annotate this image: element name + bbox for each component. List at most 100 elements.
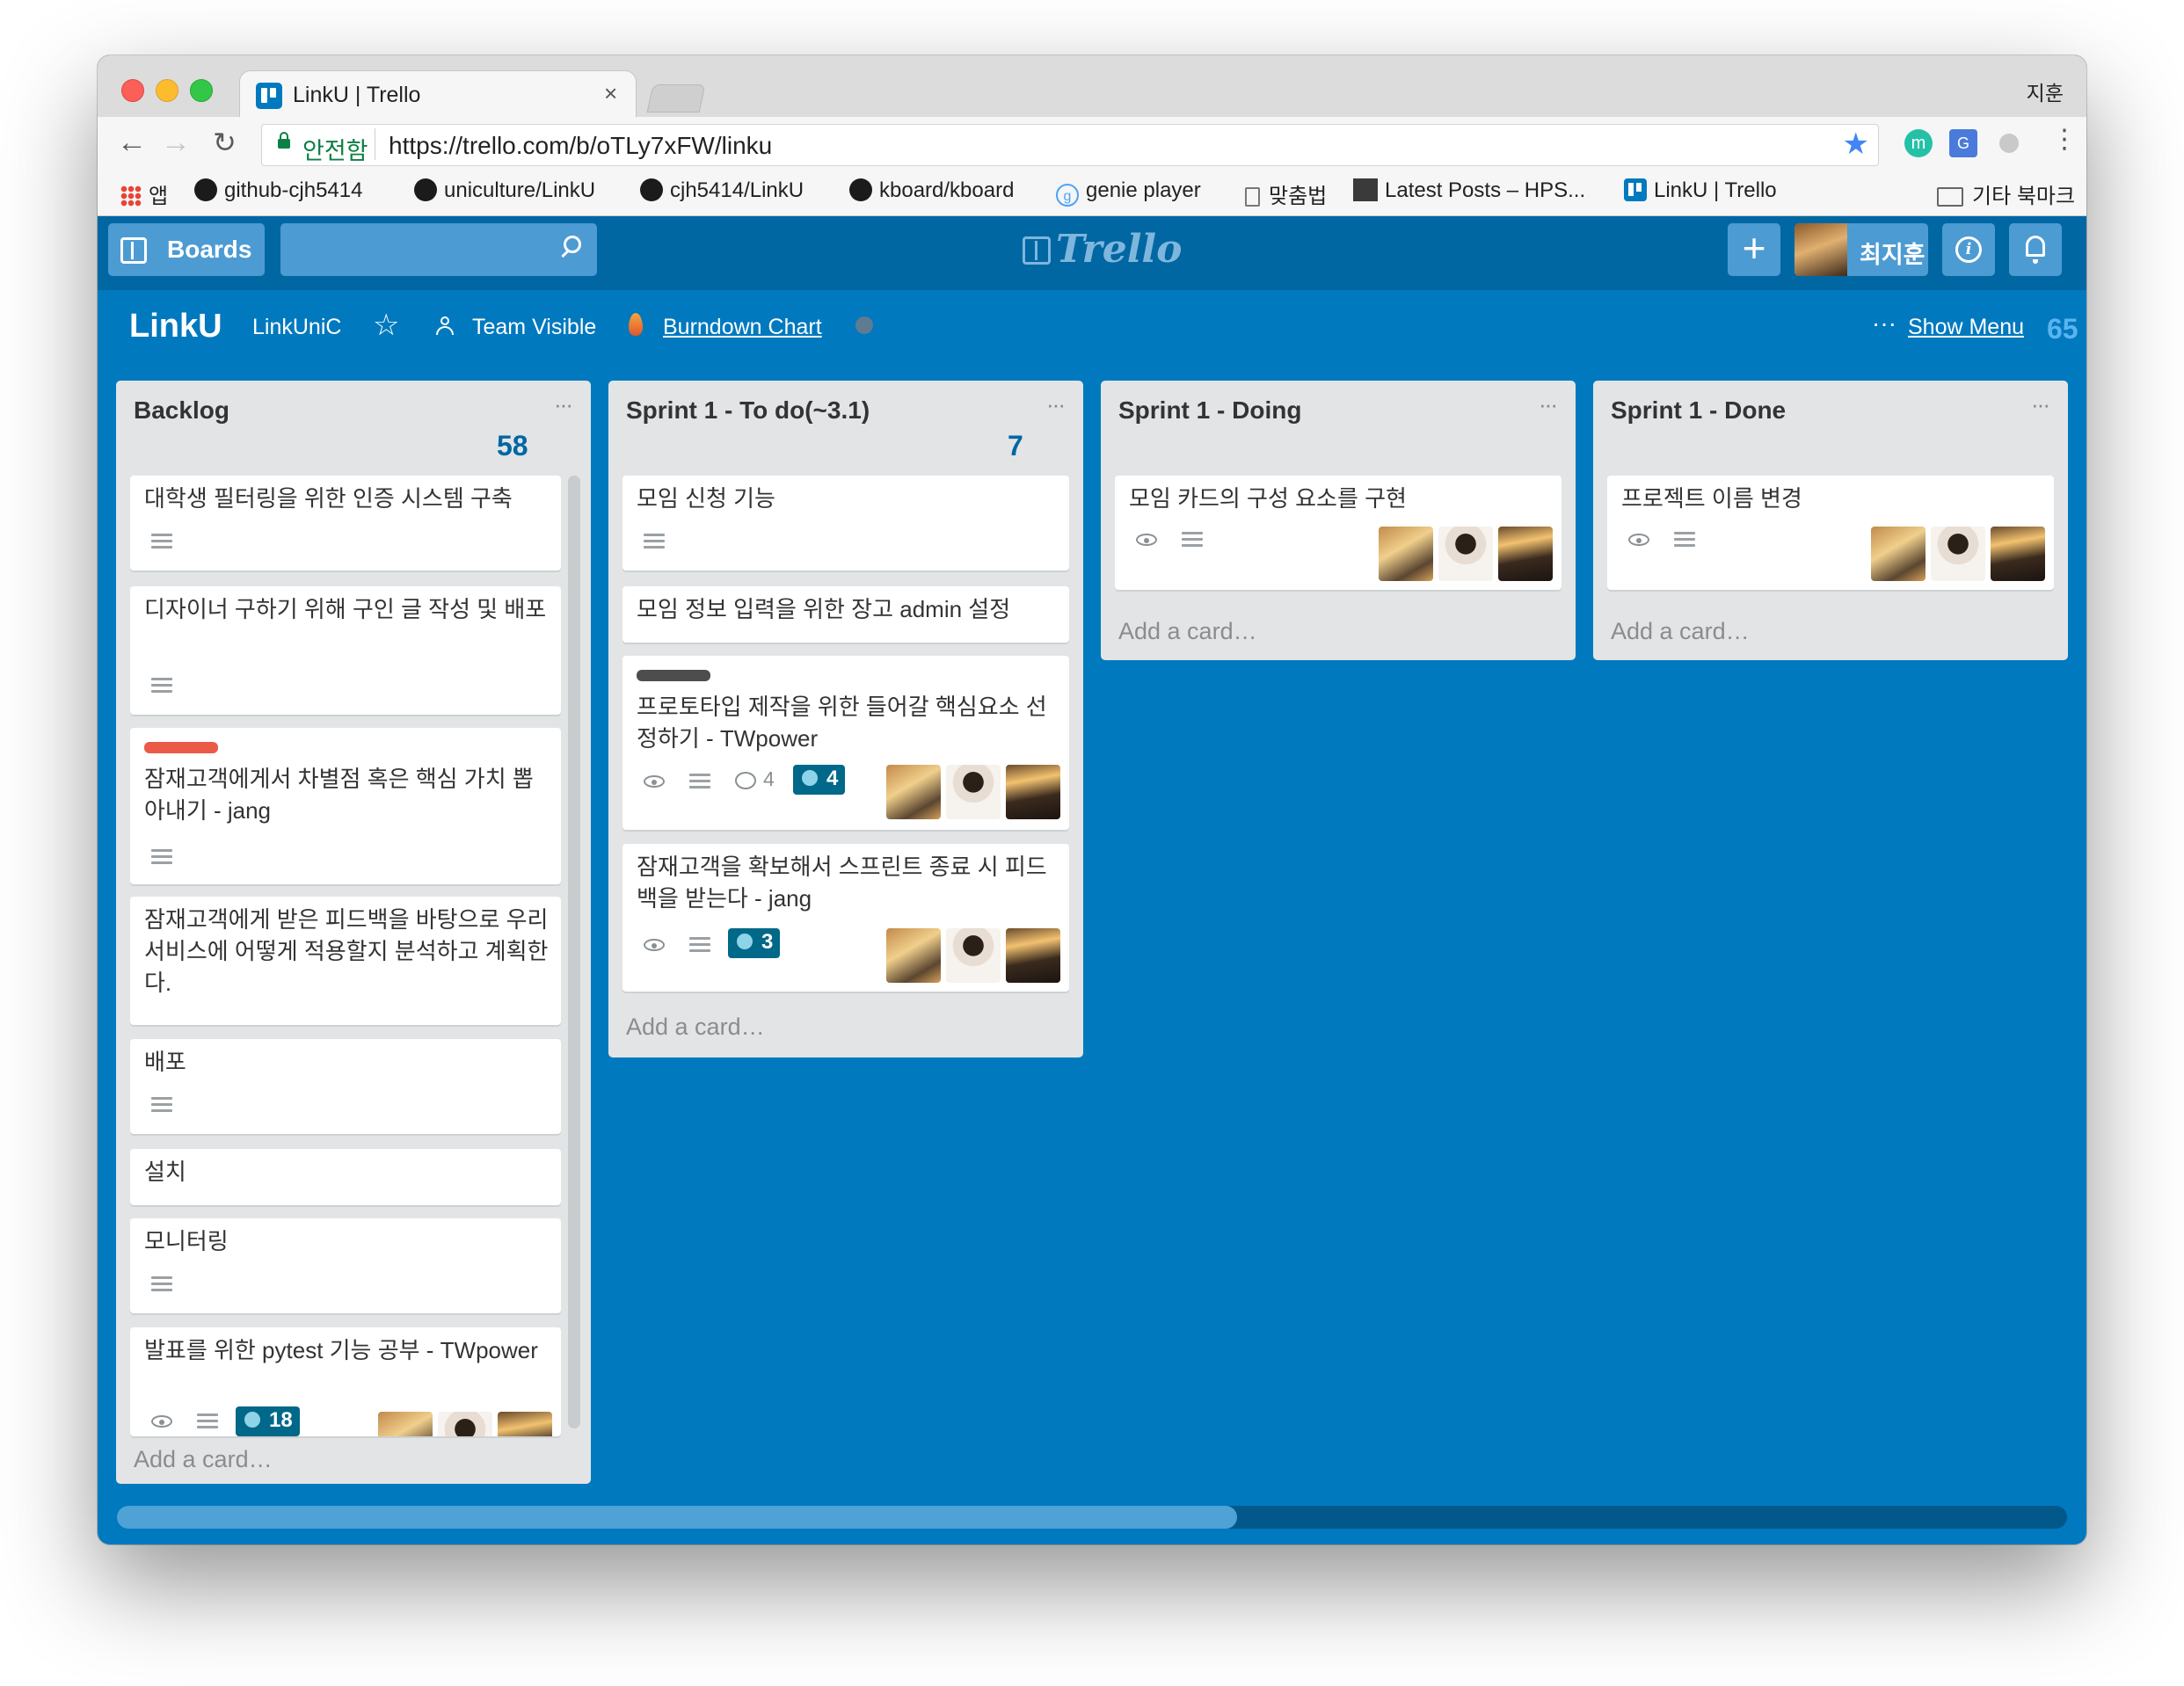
search-icon[interactable]: [564, 236, 581, 253]
extension-m-icon[interactable]: m: [1904, 129, 1933, 157]
trello-logo[interactable]: Trello: [1023, 227, 1183, 272]
info-button[interactable]: i: [1942, 223, 1995, 276]
new-tab-button[interactable]: [646, 84, 706, 113]
watch-icon: [644, 775, 665, 788]
card[interactable]: 모임 신청 기능: [622, 476, 1069, 570]
profile-name[interactable]: 지훈: [2027, 76, 2064, 106]
card[interactable]: 대학생 필터링을 위한 인증 시스템 구축: [130, 476, 561, 570]
card-title: 잠재고객을 확보해서 스프린트 종료 시 피드백을 받는다 - jang: [637, 854, 1047, 912]
list-backlog: Backlog ··· 58 대학생 필터링을 위한 인증 시스템 구축 디자이…: [116, 381, 591, 1484]
list-scrollbar[interactable]: [568, 476, 580, 1428]
board-scrollbar[interactable]: [117, 1506, 2067, 1529]
add-button[interactable]: +: [1728, 223, 1780, 276]
bookmark-star-icon[interactable]: ★: [1843, 127, 1869, 162]
avatar[interactable]: [886, 765, 941, 819]
card-title: 모니터링: [144, 1228, 229, 1254]
card[interactable]: 설치: [130, 1149, 561, 1205]
list-menu-icon[interactable]: ···: [1046, 391, 1066, 418]
extension-circle-icon[interactable]: [1999, 134, 2019, 153]
translate-extension-icon[interactable]: G: [1949, 129, 1977, 157]
bookmark-other-folder[interactable]: 기타 북마크: [1937, 178, 2075, 209]
list-title[interactable]: Sprint 1 - Doing: [1118, 396, 1301, 425]
back-arrow-icon[interactable]: ←: [117, 126, 147, 160]
powerup-icon[interactable]: [855, 316, 873, 334]
list-title[interactable]: Sprint 1 - Done: [1611, 396, 1786, 425]
card[interactable]: 모니터링: [130, 1218, 561, 1313]
browser-menu-icon[interactable]: ⋮: [2051, 124, 2078, 155]
boards-button[interactable]: Boards: [108, 223, 265, 276]
bookmark-kboard[interactable]: kboard/kboard: [849, 178, 1014, 203]
star-icon[interactable]: ☆: [373, 308, 399, 343]
avatar[interactable]: [1006, 928, 1060, 983]
avatar[interactable]: [438, 1412, 492, 1436]
card[interactable]: 디자이너 구하기 위해 구인 글 작성 및 배포: [130, 586, 561, 715]
tab-strip: LinkU | Trello × 지훈: [98, 55, 2086, 117]
bookmark-genie-player[interactable]: g genie player: [1056, 178, 1201, 207]
search-input[interactable]: [280, 223, 597, 276]
board-title[interactable]: LinkU: [129, 308, 222, 345]
avatar[interactable]: [1871, 527, 1926, 581]
avatar[interactable]: [1498, 527, 1553, 581]
card[interactable]: 프로젝트 이름 변경: [1607, 476, 2054, 590]
bookmark-github-cjh5414[interactable]: github-cjh5414: [194, 178, 362, 203]
close-window-button[interactable]: [121, 79, 144, 102]
board-scrollbar-thumb[interactable]: [117, 1506, 1237, 1529]
card-title: 프로토타입 제작을 위한 들어갈 핵심요소 선정하기 - TWpower: [637, 694, 1047, 752]
bookmark-spellcheck[interactable]: 맞춤법: [1245, 178, 1327, 209]
avatar[interactable]: [1379, 527, 1433, 581]
avatar[interactable]: [946, 928, 1001, 983]
card[interactable]: 잠재고객을 확보해서 스프린트 종료 시 피드백을 받는다 - jang 3: [622, 844, 1069, 992]
forward-arrow-icon[interactable]: →: [161, 126, 191, 160]
card[interactable]: 모임 카드의 구성 요소를 구현: [1115, 476, 1562, 590]
list-menu-icon[interactable]: ···: [1539, 391, 1558, 418]
apps-grid-icon: [120, 185, 142, 207]
bookmark-uniculture-linku[interactable]: uniculture/LinkU: [414, 178, 595, 203]
reload-icon[interactable]: ↻: [213, 126, 237, 159]
add-card-button[interactable]: Add a card…: [626, 1014, 765, 1041]
list-menu-icon[interactable]: ···: [554, 391, 573, 418]
bookmark-latest-posts[interactable]: Latest Posts – HPS...: [1353, 178, 1585, 203]
bookmark-linku-trello[interactable]: LinkU | Trello: [1624, 178, 1777, 203]
card[interactable]: 발표를 위한 pytest 기능 공부 - TWpower 18: [130, 1327, 561, 1436]
description-icon: [197, 1413, 218, 1416]
add-card-button[interactable]: Add a card…: [1118, 618, 1257, 645]
card[interactable]: 잠재고객에게 받은 피드백을 바탕으로 우리 서비스에 어떻게 적용할지 분석하…: [130, 897, 561, 1025]
avatar[interactable]: [498, 1412, 552, 1436]
avatar[interactable]: [378, 1412, 433, 1436]
card[interactable]: 배포: [130, 1039, 561, 1134]
card[interactable]: 모임 정보 입력을 위한 장고 admin 설정: [622, 586, 1069, 643]
avatar[interactable]: [1991, 527, 2045, 581]
list-title[interactable]: Backlog: [134, 396, 229, 425]
visibility-button[interactable]: Team Visible: [472, 315, 596, 340]
address-bar[interactable]: 안전함 https://trello.com/b/oTLy7xFW/linku …: [261, 124, 1879, 166]
show-menu-link[interactable]: Show Menu: [1908, 315, 2024, 340]
avatar: [1795, 223, 1847, 276]
browser-tab-active[interactable]: LinkU | Trello ×: [240, 71, 636, 117]
member-menu-button[interactable]: 최지훈: [1795, 223, 1928, 276]
avatar[interactable]: [946, 765, 1001, 819]
description-icon: [644, 534, 665, 536]
minimize-window-button[interactable]: [156, 79, 178, 102]
trello-favicon-icon: [1624, 178, 1647, 201]
secure-label: 안전함: [302, 138, 368, 164]
powerup-badge: 4: [793, 765, 846, 795]
add-card-button[interactable]: Add a card…: [1611, 618, 1750, 645]
notifications-button[interactable]: [2009, 223, 2062, 276]
avatar[interactable]: [1006, 765, 1060, 819]
bookmark-cjh5414-linku[interactable]: cjh5414/LinkU: [640, 178, 804, 203]
avatar[interactable]: [886, 928, 941, 983]
board-team[interactable]: LinkUniC: [252, 315, 341, 340]
tab-close-icon[interactable]: ×: [604, 80, 617, 107]
avatar[interactable]: [1438, 527, 1493, 581]
bookmark-apps[interactable]: 앱: [120, 178, 168, 209]
list-title[interactable]: Sprint 1 - To do(~3.1): [626, 396, 870, 425]
maximize-window-button[interactable]: [190, 79, 213, 102]
add-card-button[interactable]: Add a card…: [134, 1446, 273, 1473]
card[interactable]: 잠재고객에게서 차별점 혹은 핵심 가치 뽑아내기 - jang: [130, 728, 561, 884]
more-icon[interactable]: ···: [1872, 309, 1896, 338]
card[interactable]: 프로토타입 제작을 위한 들어갈 핵심요소 선정하기 - TWpower 4 4: [622, 656, 1069, 830]
burndown-chart-link[interactable]: Burndown Chart: [663, 315, 822, 340]
url-text[interactable]: https://trello.com/b/oTLy7xFW/linku: [389, 132, 772, 160]
avatar[interactable]: [1931, 527, 1985, 581]
list-menu-icon[interactable]: ···: [2031, 391, 2050, 418]
